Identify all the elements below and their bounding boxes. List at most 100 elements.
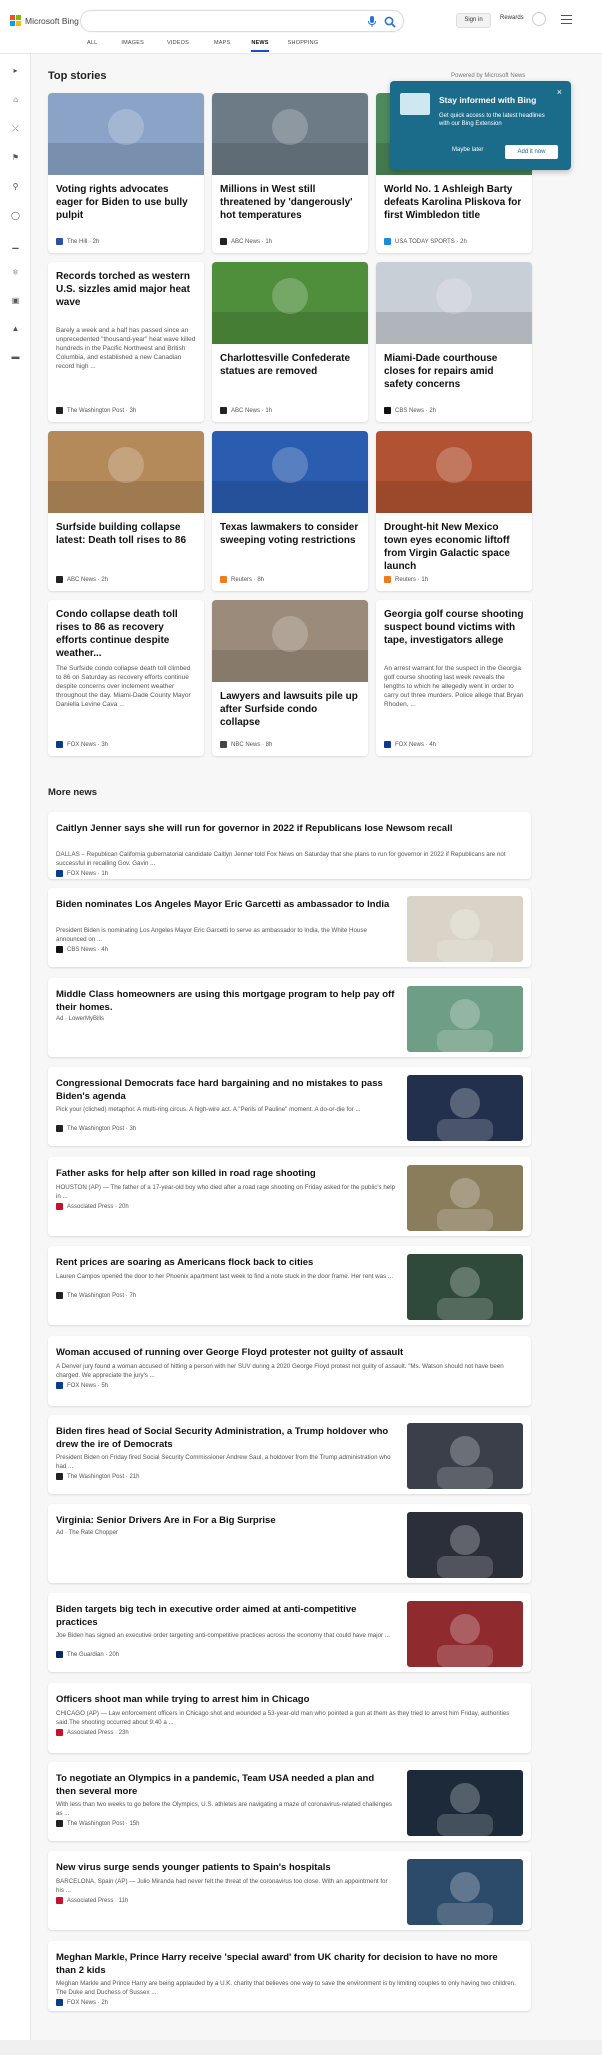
story-source[interactable]: FOX News · 4h bbox=[384, 741, 436, 748]
card-icon[interactable]: ▬ bbox=[10, 351, 21, 362]
globe-icon[interactable]: ◯ bbox=[10, 210, 21, 221]
news-source[interactable]: FOX News · 2h bbox=[56, 1999, 108, 2006]
news-title[interactable]: New virus surge sends younger patients t… bbox=[56, 1861, 396, 1874]
story-title[interactable]: Millions in West still threatened by 'da… bbox=[220, 183, 360, 222]
story-image[interactable] bbox=[212, 93, 368, 175]
news-thumbnail[interactable] bbox=[407, 1512, 523, 1578]
top-story-card[interactable]: Charlottesville Confederate statues are … bbox=[212, 262, 368, 422]
story-title[interactable]: Condo collapse death toll rises to 86 as… bbox=[56, 608, 196, 660]
news-title[interactable]: Rent prices are soaring as Americans flo… bbox=[56, 1256, 396, 1269]
home-icon[interactable]: ⌂ bbox=[10, 94, 21, 105]
news-title[interactable]: Congressional Democrats face hard bargai… bbox=[56, 1077, 396, 1103]
news-list-item[interactable]: Woman accused of running over George Flo… bbox=[48, 1336, 531, 1406]
bank-icon[interactable]: ▲ bbox=[10, 323, 21, 334]
news-source[interactable]: CBS News · 4h bbox=[56, 946, 108, 953]
search-box[interactable] bbox=[80, 10, 404, 32]
news-source[interactable]: The Washington Post · 7h bbox=[56, 1292, 136, 1299]
expand-chevron-icon[interactable]: ▸ bbox=[10, 65, 21, 76]
news-source[interactable]: Associated Press · 11h bbox=[56, 1897, 128, 1904]
top-story-card[interactable]: Drought-hit New Mexico town eyes economi… bbox=[376, 431, 532, 591]
chart-icon[interactable]: ▁ bbox=[10, 239, 21, 250]
add-it-now-button[interactable]: Add it now bbox=[505, 145, 558, 159]
story-source[interactable]: The Hill · 2h bbox=[56, 238, 99, 245]
news-title[interactable]: Middle Class homeowners are using this m… bbox=[56, 988, 396, 1014]
news-list-item[interactable]: Middle Class homeowners are using this m… bbox=[48, 978, 531, 1057]
story-title[interactable]: Georgia golf course shooting suspect bou… bbox=[384, 608, 524, 647]
rewards-trophy-icon[interactable] bbox=[532, 12, 546, 26]
news-title[interactable]: Caitlyn Jenner says she will run for gov… bbox=[56, 822, 516, 835]
news-list-item[interactable]: New virus surge sends younger patients t… bbox=[48, 1851, 531, 1930]
story-source[interactable]: NBC News · 8h bbox=[220, 741, 272, 748]
news-thumbnail[interactable] bbox=[407, 1165, 523, 1231]
story-title[interactable]: Lawyers and lawsuits pile up after Surfs… bbox=[220, 690, 360, 729]
news-list-item[interactable]: Virginia: Senior Drivers Are in For a Bi… bbox=[48, 1504, 531, 1583]
news-source[interactable]: FOX News · 1h bbox=[56, 870, 108, 877]
news-thumbnail[interactable] bbox=[407, 1770, 523, 1836]
news-title[interactable]: To negotiate an Olympics in a pandemic, … bbox=[56, 1772, 396, 1798]
story-title[interactable]: Miami-Dade courthouse closes for repairs… bbox=[384, 352, 524, 391]
shuffle-icon[interactable]: ⤫ bbox=[10, 123, 21, 134]
story-source[interactable]: ABC News · 1h bbox=[220, 407, 272, 414]
science-icon[interactable]: ⚛ bbox=[10, 267, 21, 278]
story-source[interactable]: The Washington Post · 3h bbox=[56, 407, 136, 414]
tab-news[interactable]: NEWS bbox=[251, 40, 269, 52]
news-thumbnail[interactable] bbox=[407, 896, 523, 962]
news-list-item[interactable]: Father asks for help after son killed in… bbox=[48, 1157, 531, 1236]
news-title[interactable]: Woman accused of running over George Flo… bbox=[56, 1346, 516, 1359]
story-title[interactable]: World No. 1 Ashleigh Barty defeats Karol… bbox=[384, 183, 524, 222]
story-source[interactable]: Reuters · 1h bbox=[384, 576, 428, 583]
maybe-later-button[interactable]: Maybe later bbox=[452, 147, 483, 153]
top-story-card[interactable]: Voting rights advocates eager for Biden … bbox=[48, 93, 204, 253]
news-source[interactable]: Ad · LowerMyBills bbox=[56, 1016, 104, 1022]
news-thumbnail[interactable] bbox=[407, 1601, 523, 1667]
microphone-icon[interactable] bbox=[367, 16, 377, 27]
top-story-card[interactable]: Lawyers and lawsuits pile up after Surfs… bbox=[212, 600, 368, 756]
news-thumbnail[interactable] bbox=[407, 1423, 523, 1489]
news-list-item[interactable]: Biden nominates Los Angeles Mayor Eric G… bbox=[48, 888, 531, 967]
story-source[interactable]: ABC News · 2h bbox=[56, 576, 108, 583]
search-input[interactable] bbox=[91, 14, 341, 28]
story-title[interactable]: Voting rights advocates eager for Biden … bbox=[56, 183, 196, 222]
tab-videos[interactable]: VIDEOS bbox=[167, 40, 189, 52]
news-source[interactable]: The Washington Post · 3h bbox=[56, 1125, 136, 1132]
news-list-item[interactable]: Caitlyn Jenner says she will run for gov… bbox=[48, 812, 531, 879]
news-list-item[interactable]: Officers shoot man while trying to arres… bbox=[48, 1683, 531, 1753]
story-title[interactable]: Drought-hit New Mexico town eyes economi… bbox=[384, 521, 524, 573]
top-story-card[interactable]: Surfside building collapse latest: Death… bbox=[48, 431, 204, 591]
top-story-card[interactable]: Texas lawmakers to consider sweeping vot… bbox=[212, 431, 368, 591]
news-source[interactable]: Associated Press · 23h bbox=[56, 1729, 129, 1736]
news-title[interactable]: Father asks for help after son killed in… bbox=[56, 1167, 396, 1180]
news-source[interactable]: The Washington Post · 15h bbox=[56, 1820, 139, 1827]
news-title[interactable]: Virginia: Senior Drivers Are in For a Bi… bbox=[56, 1514, 396, 1527]
news-thumbnail[interactable] bbox=[407, 1254, 523, 1320]
story-source[interactable]: Reuters · 8h bbox=[220, 576, 264, 583]
top-story-card[interactable]: Condo collapse death toll rises to 86 as… bbox=[48, 600, 204, 756]
news-title[interactable]: Biden targets big tech in executive orde… bbox=[56, 1603, 396, 1629]
story-title[interactable]: Charlottesville Confederate statues are … bbox=[220, 352, 360, 378]
news-list-item[interactable]: Congressional Democrats face hard bargai… bbox=[48, 1067, 531, 1146]
news-source[interactable]: Associated Press · 20h bbox=[56, 1203, 129, 1210]
story-source[interactable]: ABC News · 1h bbox=[220, 238, 272, 245]
story-image[interactable] bbox=[376, 431, 532, 513]
bing-logo[interactable]: Microsoft Bing bbox=[10, 15, 79, 26]
news-title[interactable]: Meghan Markle, Prince Harry receive 'spe… bbox=[56, 1951, 516, 1977]
news-list-item[interactable]: Meghan Markle, Prince Harry receive 'spe… bbox=[48, 1941, 531, 2011]
news-source[interactable]: Ad · The Rate Chopper bbox=[56, 1530, 118, 1536]
news-title[interactable]: Biden fires head of Social Security Admi… bbox=[56, 1425, 396, 1451]
news-list-item[interactable]: Rent prices are soaring as Americans flo… bbox=[48, 1246, 531, 1325]
news-source[interactable]: The Washington Post · 21h bbox=[56, 1473, 139, 1480]
top-story-card[interactable]: Georgia golf course shooting suspect bou… bbox=[376, 600, 532, 756]
sign-in-button[interactable]: Sign in bbox=[456, 13, 491, 28]
story-image[interactable] bbox=[212, 600, 368, 682]
top-story-card[interactable]: Millions in West still threatened by 'da… bbox=[212, 93, 368, 253]
tab-shopping[interactable]: SHOPPING bbox=[288, 40, 319, 52]
tab-maps[interactable]: MAPS bbox=[214, 40, 230, 52]
story-image[interactable] bbox=[48, 431, 204, 513]
location-pin-icon[interactable]: ⚲ bbox=[10, 181, 21, 192]
story-image[interactable] bbox=[212, 262, 368, 344]
news-source[interactable]: The Guardian · 20h bbox=[56, 1651, 119, 1658]
top-story-card[interactable]: Records torched as western U.S. sizzles … bbox=[48, 262, 204, 422]
story-source[interactable]: FOX News · 3h bbox=[56, 741, 108, 748]
story-title[interactable]: Texas lawmakers to consider sweeping vot… bbox=[220, 521, 360, 547]
story-source[interactable]: CBS News · 2h bbox=[384, 407, 436, 414]
